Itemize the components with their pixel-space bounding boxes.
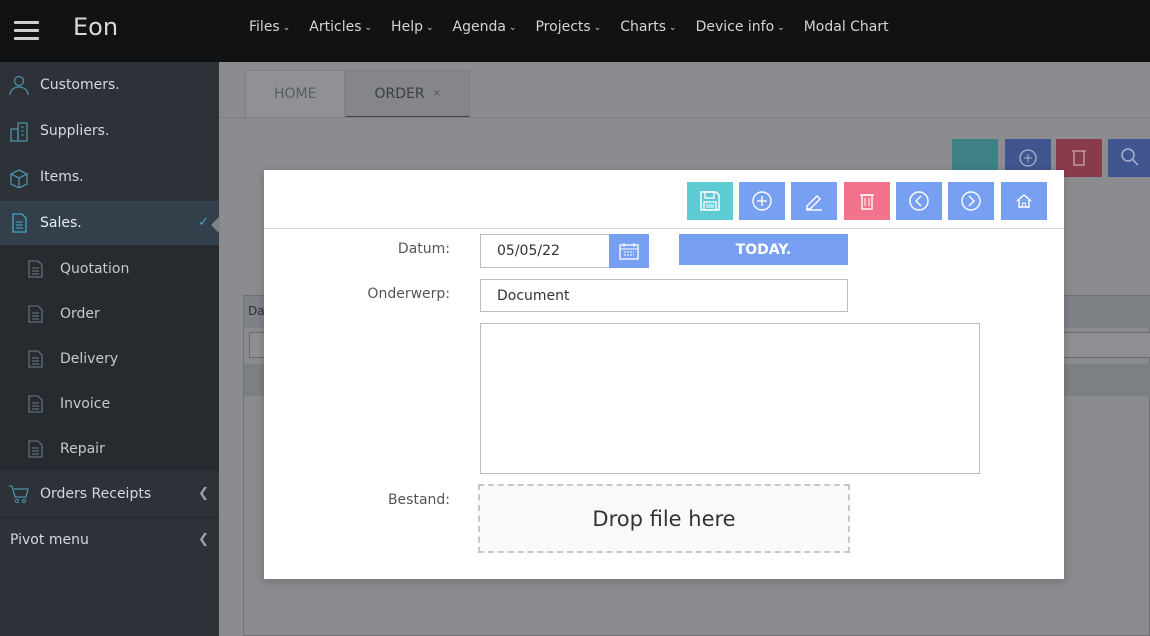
nav-files[interactable]: Files ⌄ xyxy=(249,19,290,35)
grid-header-label: Da xyxy=(248,304,265,318)
tab-home[interactable]: HOME xyxy=(245,70,346,118)
sidebar-subitem-label: Invoice xyxy=(60,395,111,412)
dropzone-label: Drop file here xyxy=(592,506,736,531)
save-button[interactable] xyxy=(687,182,733,220)
sidebar-item-customers[interactable]: Customers. xyxy=(0,63,219,107)
close-icon[interactable]: × xyxy=(433,88,441,99)
sidebar-subitem-label: Quotation xyxy=(60,260,130,277)
sidebar-item-label: Items. xyxy=(40,169,84,185)
add-button[interactable] xyxy=(739,182,785,220)
nav-articles[interactable]: Articles ⌄ xyxy=(309,19,372,35)
sidebar-item-items[interactable]: Items. xyxy=(0,155,219,199)
add-icon xyxy=(752,191,772,211)
sidebar-subitem-quotation[interactable]: Quotation xyxy=(0,246,219,291)
sidebar-item-label: Suppliers. xyxy=(40,123,110,139)
edit-button[interactable] xyxy=(791,182,837,220)
sidebar-item-label: Pivot menu xyxy=(10,532,89,548)
hamburger-menu-icon[interactable] xyxy=(14,21,39,41)
sidebar-item-sales[interactable]: Sales. ✓ xyxy=(0,201,219,245)
bg-search-button xyxy=(1108,139,1150,177)
chevron-down-icon: ✓ xyxy=(198,215,209,230)
divider xyxy=(219,117,1150,118)
nav-device-info[interactable]: Device info ⌄ xyxy=(696,19,785,35)
cart-icon xyxy=(8,483,30,505)
document-icon xyxy=(28,439,44,458)
chevron-down-icon: ⌄ xyxy=(425,23,434,33)
save-icon xyxy=(700,191,720,211)
sidebar-subitem-repair[interactable]: Repair xyxy=(0,426,219,471)
home-button[interactable] xyxy=(1001,182,1047,220)
box-icon xyxy=(8,166,30,188)
sidebar-item-pivot-menu[interactable]: Pivot menu ❮ xyxy=(0,518,219,562)
sidebar-item-label: Sales. xyxy=(40,215,82,231)
next-icon xyxy=(961,191,981,211)
modal-divider xyxy=(264,228,1064,229)
sidebar-subitem-label: Order xyxy=(60,305,100,322)
sidebar-subitem-label: Repair xyxy=(60,440,105,457)
sidebar: Customers. Suppliers. Items. Sales. ✓ Qu… xyxy=(0,62,219,636)
brand-logo: Eon xyxy=(73,13,119,41)
home-icon xyxy=(1016,194,1032,208)
nav-projects[interactable]: Projects ⌄ xyxy=(535,19,601,35)
document-icon xyxy=(28,304,44,323)
top-nav: Files ⌄ Articles ⌄ Help ⌄ Agenda ⌄ Projects ⌄… xyxy=(249,19,908,35)
building-icon xyxy=(8,120,30,142)
previous-button[interactable] xyxy=(896,182,942,220)
sidebar-item-label: Orders Receipts xyxy=(40,486,152,502)
today-button[interactable]: TODAY. xyxy=(679,234,848,265)
datum-label: Datum: xyxy=(397,241,450,257)
calendar-icon xyxy=(619,243,639,260)
onderwerp-input[interactable] xyxy=(480,279,848,312)
chevron-down-icon: ⌄ xyxy=(593,23,602,33)
onderwerp-label: Onderwerp: xyxy=(367,286,450,302)
document-icon xyxy=(28,259,44,278)
chevron-down-icon: ⌄ xyxy=(508,23,517,33)
chevron-down-icon: ⌄ xyxy=(282,23,291,33)
nav-modal-chart[interactable]: Modal Chart xyxy=(804,19,889,35)
sidebar-item-label: Customers. xyxy=(40,77,120,93)
chevron-down-icon: ⌄ xyxy=(364,23,373,33)
sidebar-subitem-invoice[interactable]: Invoice xyxy=(0,381,219,426)
sidebar-item-orders-receipts[interactable]: Orders Receipts ❮ xyxy=(0,472,219,516)
delete-icon xyxy=(860,194,874,210)
previous-icon xyxy=(909,191,929,211)
sidebar-item-suppliers[interactable]: Suppliers. xyxy=(0,109,219,153)
tab-order[interactable]: ORDER × xyxy=(345,70,470,118)
sidebar-subitem-delivery[interactable]: Delivery xyxy=(0,336,219,381)
order-modal: Datum: TODAY. Onderwerp: Bestand: Drop f… xyxy=(264,170,1064,579)
active-indicator xyxy=(211,216,220,234)
calendar-button[interactable] xyxy=(609,234,649,268)
chevron-down-icon: ⌄ xyxy=(669,23,677,33)
description-textarea[interactable] xyxy=(480,323,980,474)
sidebar-subitem-label: Delivery xyxy=(60,350,119,367)
chevron-down-icon: ⌄ xyxy=(777,23,785,33)
next-button[interactable] xyxy=(948,182,994,220)
chevron-left-icon: ❮ xyxy=(198,532,209,547)
top-bar: Eon Files ⌄ Articles ⌄ Help ⌄ Agenda ⌄ Proje… xyxy=(0,0,1150,62)
nav-help[interactable]: Help ⌄ xyxy=(391,19,433,35)
file-dropzone[interactable]: Drop file here xyxy=(478,484,850,553)
delete-button[interactable] xyxy=(844,182,890,220)
bestand-label: Bestand: xyxy=(387,492,450,508)
tab-bar: HOME ORDER × xyxy=(245,70,470,118)
document-icon xyxy=(28,349,44,368)
sidebar-subitem-order[interactable]: Order xyxy=(0,291,219,336)
edit-icon xyxy=(806,195,822,211)
document-icon xyxy=(8,212,30,234)
user-icon xyxy=(8,74,30,96)
nav-charts[interactable]: Charts ⌄ xyxy=(620,19,676,35)
nav-agenda[interactable]: Agenda ⌄ xyxy=(453,19,517,35)
document-icon xyxy=(28,394,44,413)
chevron-left-icon: ❮ xyxy=(198,486,209,501)
datum-input[interactable] xyxy=(480,234,610,268)
